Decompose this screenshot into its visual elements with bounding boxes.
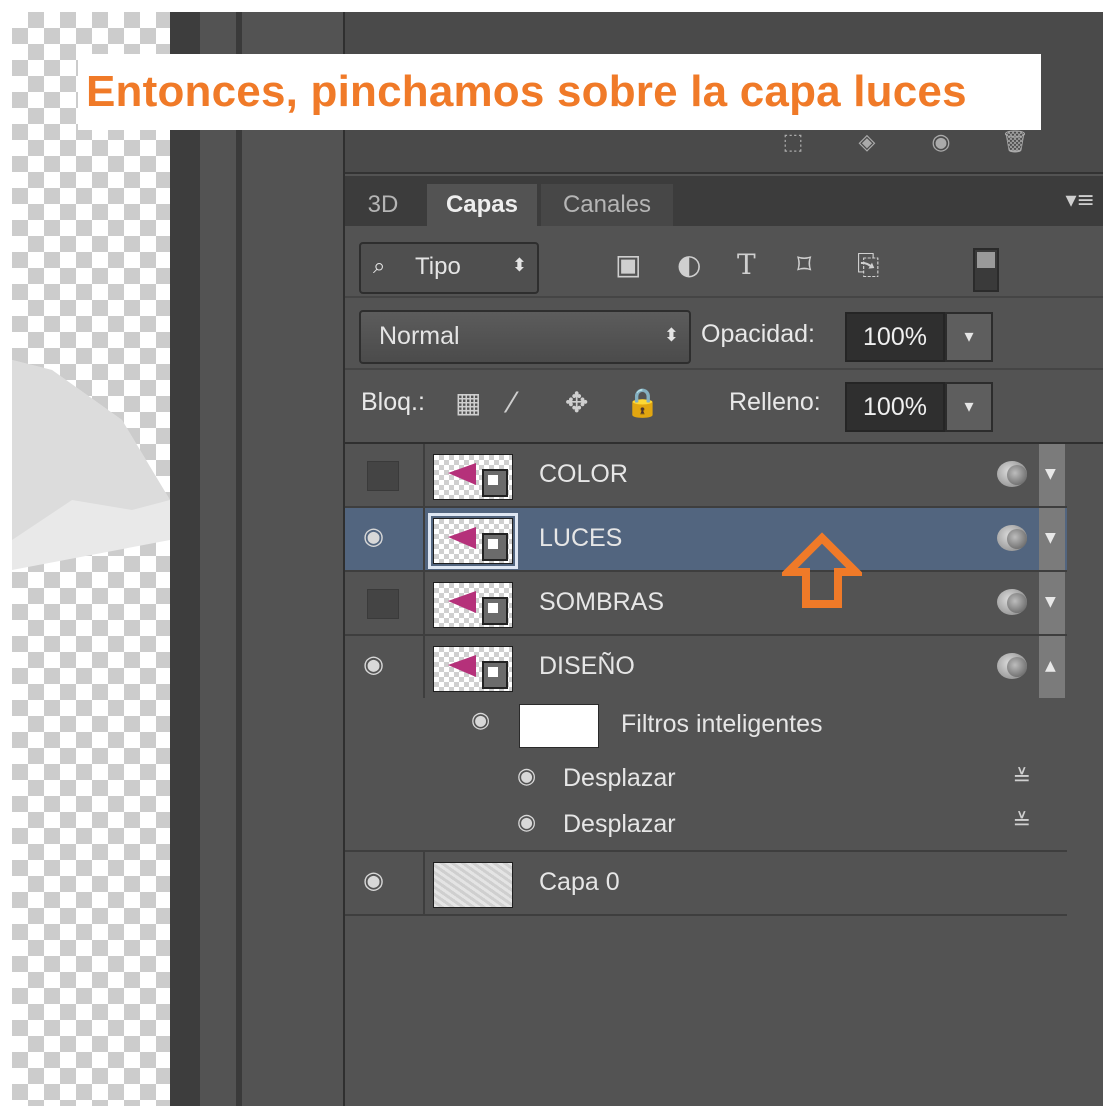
filter-options-icon[interactable]: ≚ (1013, 766, 1031, 791)
filter-row-desplazar-1[interactable]: ◉ Desplazar ≚ (423, 756, 1067, 804)
filter-row-desplazar-2[interactable]: ◉ Desplazar ≚ (423, 804, 1067, 852)
collapse-toggle[interactable]: ▲ (1039, 636, 1065, 698)
eye-icon[interactable]: ◉ (517, 764, 536, 789)
visibility-off-box[interactable] (367, 461, 399, 491)
layer-thumbnail (433, 862, 513, 908)
trash-icon[interactable]: 🗑 (997, 130, 1033, 155)
layer-name: LUCES (539, 524, 623, 552)
chevron-up-icon: ▲ (1045, 658, 1056, 674)
filter-name: Desplazar (563, 764, 676, 792)
tab-3d[interactable]: 3D (349, 184, 417, 226)
lock-all-icon[interactable]: 🔒 (625, 386, 660, 419)
expand-toggle[interactable]: ▼ (1039, 572, 1065, 634)
shape-filter-icon[interactable]: ⌑ (797, 248, 811, 281)
panel-tabs: 3D Capas Canales ▾≡ (345, 176, 1103, 226)
smart-filter-badge-icon (997, 653, 1027, 679)
visibility-off-box[interactable] (367, 589, 399, 619)
eye-icon[interactable]: ◉ (517, 810, 536, 835)
chevron-down-icon: ▼ (1045, 466, 1056, 482)
lock-move-icon[interactable]: ✥ (565, 386, 588, 419)
layer-row-diseno[interactable]: ◉ DISEÑO ▲ (345, 636, 1067, 698)
smart-object-filter-icon[interactable]: ⎘ (857, 248, 879, 282)
layer-name: SOMBRAS (539, 588, 665, 616)
eye-icon[interactable]: ◉ (471, 708, 490, 733)
mask-icon[interactable]: ◈ (849, 130, 885, 155)
smart-filter-badge-icon (997, 525, 1027, 551)
layer-name: DISEÑO (539, 652, 635, 680)
panel-menu-icon[interactable]: ▾≡ (1066, 188, 1095, 213)
visibility-cell[interactable]: ◉ (345, 852, 425, 914)
smart-filter-badge-icon (997, 461, 1027, 487)
eye-icon[interactable]: ◉ (363, 650, 384, 678)
stepper-icon: ⬍ (511, 255, 527, 275)
visibility-cell[interactable]: ◉ (345, 508, 425, 570)
tab-canales[interactable]: Canales (541, 184, 673, 226)
lock-transparency-icon[interactable]: ▦ (455, 386, 481, 419)
visibility-cell[interactable] (345, 444, 425, 506)
filter-name: Desplazar (563, 810, 676, 838)
smart-filters-row[interactable]: ◉ Filtros inteligentes (423, 698, 1067, 748)
lock-row: Bloq.: ▦ ⁄ ✥ 🔒 Relleno: 100% ▾ (345, 368, 1103, 444)
layers-panel: ⬚ ◈ ◉ 🗑 3D Capas Canales ▾≡ ⌕ Tipo ⬍ ▣ ◐… (343, 12, 1103, 1106)
smart-filters-label: Filtros inteligentes (621, 710, 823, 738)
fill-input[interactable]: 100% (845, 382, 945, 432)
tutorial-callout: Entonces, pinchamos sobre la capa luces (78, 54, 1041, 130)
expand-toggle[interactable]: ▼ (1039, 508, 1065, 570)
layer-row-color[interactable]: COLOR ▼ (345, 444, 1067, 508)
visibility-cell[interactable] (345, 572, 425, 634)
expand-toggle[interactable]: ▼ (1039, 444, 1065, 506)
filter-kind-label: Tipo (415, 253, 461, 280)
chevron-down-icon: ▼ (1045, 530, 1056, 546)
blend-row: Normal ⬍ Opacidad: 100% ▾ (345, 296, 1103, 370)
tool-strip (170, 12, 200, 1106)
opacity-input[interactable]: 100% (845, 312, 945, 362)
smart-object-thumbnail (433, 646, 513, 692)
callout-text: Entonces, pinchamos sobre la capa luces (86, 67, 967, 116)
visibility-cell[interactable]: ◉ (345, 636, 425, 698)
layer-row-capa-0[interactable]: ◉ Capa 0 (345, 850, 1067, 916)
blend-mode-select[interactable]: Normal ⬍ (359, 310, 691, 364)
filter-options-icon[interactable]: ≚ (1013, 810, 1031, 835)
image-filter-icon[interactable]: ▣ (615, 248, 641, 281)
lock-brush-icon[interactable]: ⁄ (509, 386, 514, 419)
stepper-icon: ⬍ (663, 325, 679, 345)
layer-row-sombras[interactable]: SOMBRAS ▼ (345, 572, 1067, 636)
smart-object-thumbnail (428, 513, 518, 569)
smart-filter-badge-icon (997, 589, 1027, 615)
fill-dropdown[interactable]: ▾ (945, 382, 993, 432)
lock-label: Bloq.: (361, 388, 425, 416)
opacity-dropdown[interactable]: ▾ (945, 312, 993, 362)
panel-divider (236, 12, 242, 1106)
eye-icon[interactable]: ◉ (363, 522, 384, 550)
blend-mode-value: Normal (379, 322, 460, 350)
opacity-label: Opacidad: (701, 320, 815, 348)
filter-kind-select[interactable]: ⌕ Tipo ⬍ (359, 242, 539, 294)
eye-icon[interactable]: ◉ (923, 130, 959, 155)
layer-row-luces[interactable]: ◉ LUCES ▼ (345, 508, 1067, 572)
smart-object-thumbnail (433, 582, 513, 628)
filter-row: ⌕ Tipo ⬍ ▣ ◐ T ⌑ ⎘ (345, 226, 1103, 296)
tab-capas[interactable]: Capas (427, 184, 537, 226)
layer-name: Capa 0 (539, 868, 620, 896)
search-icon: ⌕ (373, 253, 386, 278)
shirt-canvas-edge (12, 360, 170, 570)
filter-toggle-switch[interactable] (973, 248, 999, 292)
upper-panel-icons: ⬚ ◈ ◉ 🗑 (775, 130, 1033, 155)
up-arrow-icon (782, 532, 862, 608)
fill-label: Relleno: (729, 388, 821, 416)
adjustment-filter-icon[interactable]: ◐ (677, 248, 701, 281)
smart-object-thumbnail (433, 454, 513, 500)
layer-name: COLOR (539, 460, 628, 488)
eye-icon[interactable]: ◉ (363, 866, 384, 894)
filter-mask-thumbnail (519, 704, 599, 748)
text-filter-icon[interactable]: T (737, 248, 756, 281)
chevron-down-icon: ▼ (1045, 594, 1056, 610)
selection-icon[interactable]: ⬚ (775, 130, 811, 155)
